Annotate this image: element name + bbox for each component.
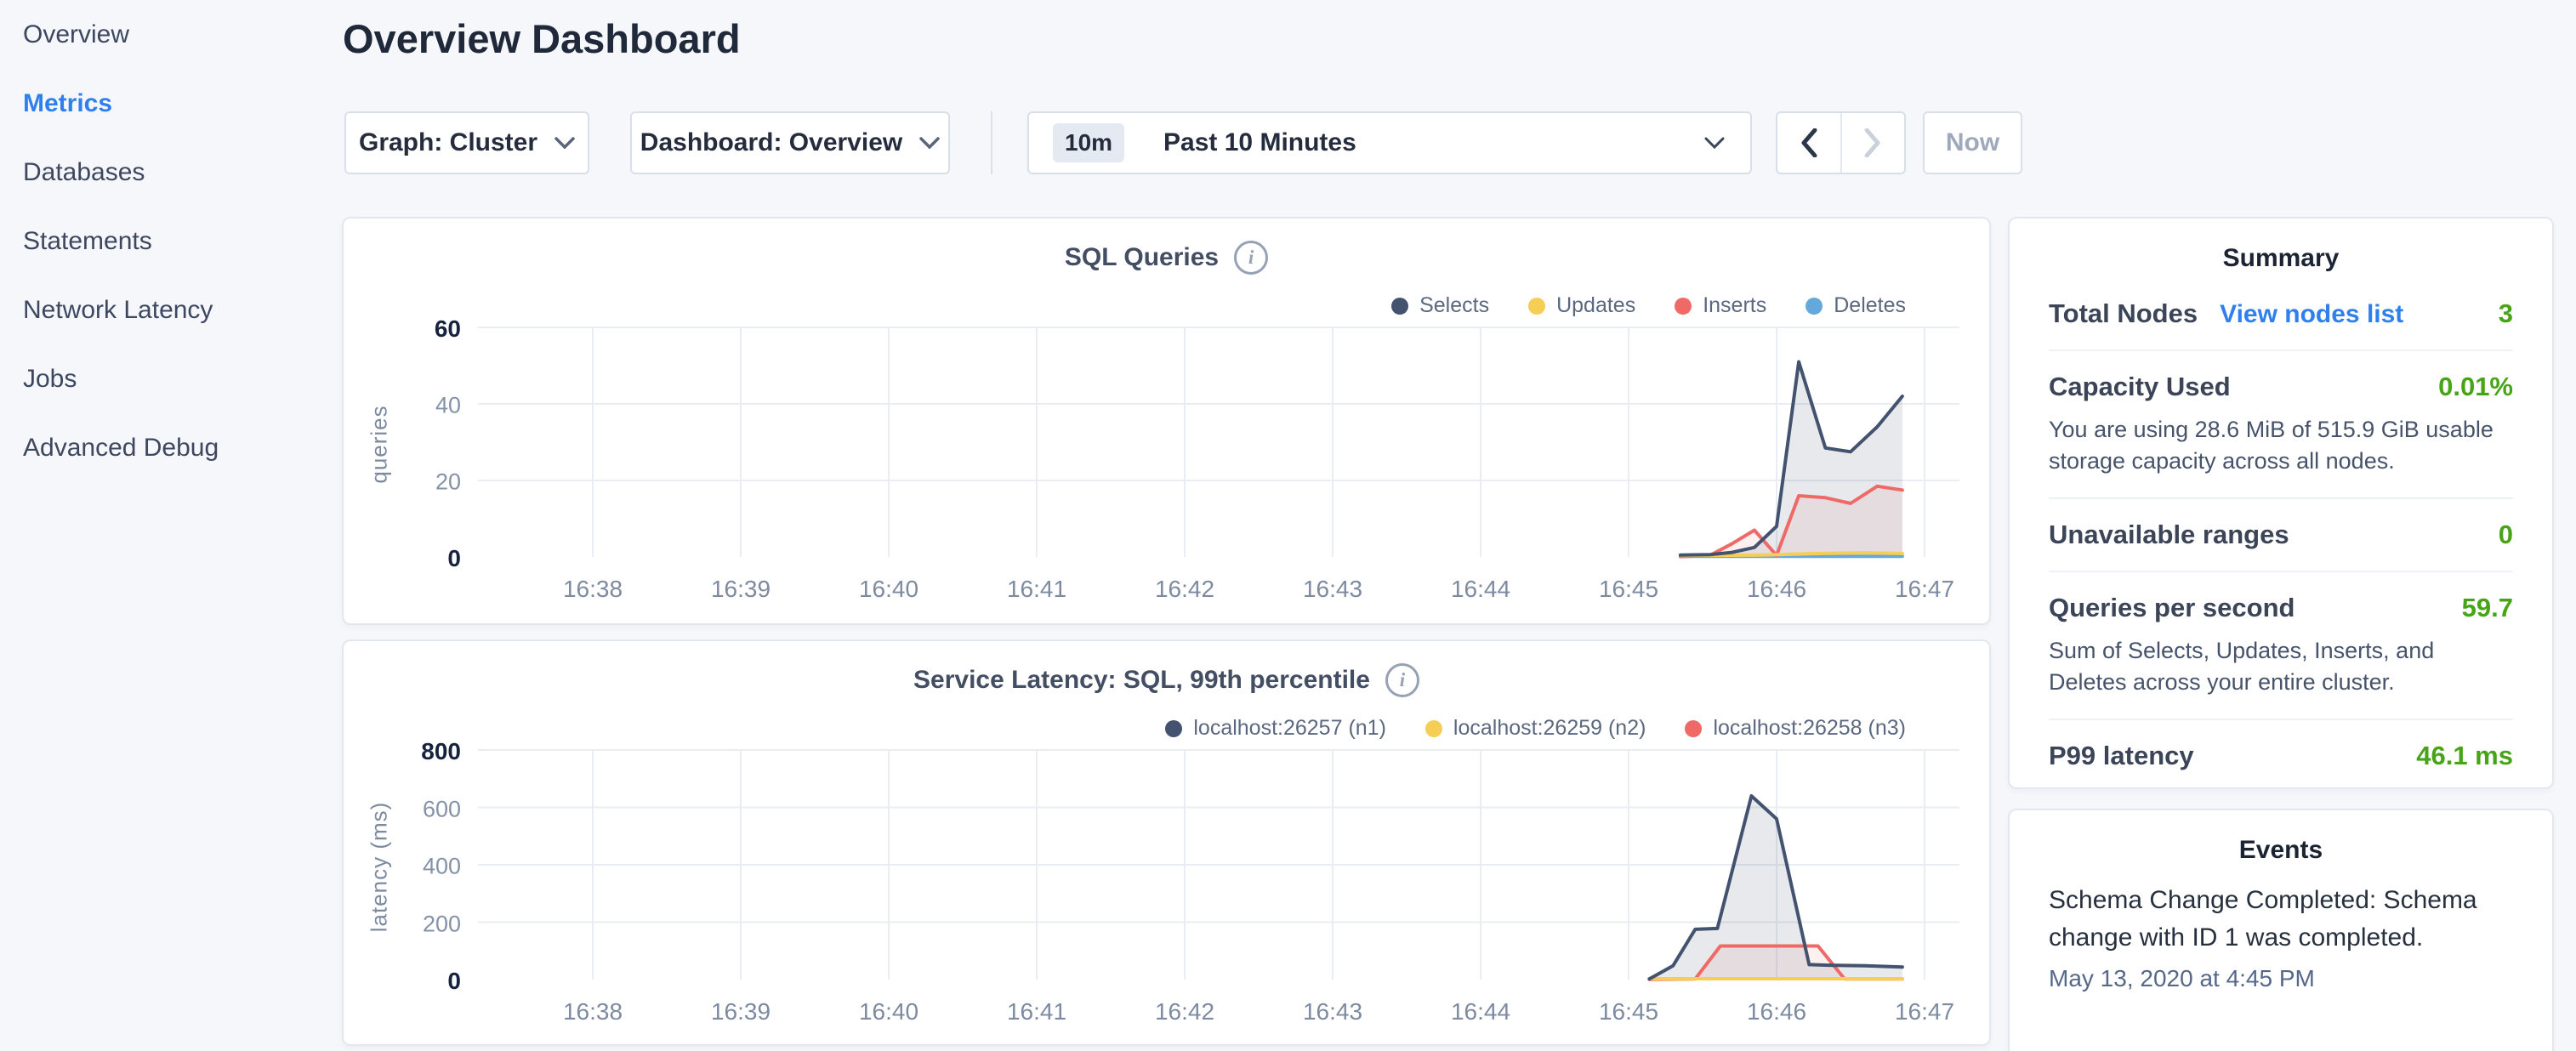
sidebar-item-network-latency[interactable]: Network Latency (23, 276, 340, 344)
x-axis-tick: 16:40 (829, 998, 948, 1025)
chart-title: Service Latency: SQL, 99th percentile (913, 666, 1370, 695)
events-title: Events (2049, 836, 2513, 865)
sidebar-item-jobs[interactable]: Jobs (23, 344, 340, 413)
legend-dot-icon (1675, 298, 1692, 315)
summary-value: 46.1 ms (2416, 741, 2513, 771)
chevron-down-icon (554, 137, 575, 150)
legend-item: Deletes (1805, 293, 1906, 318)
x-axis-tick: 16:44 (1421, 576, 1540, 603)
sidebar-item-statements[interactable]: Statements (23, 207, 340, 276)
sidebar-nav: OverviewMetricsDatabasesStatementsNetwor… (0, 0, 340, 482)
legend-item: localhost:26259 (n2) (1425, 716, 1646, 741)
chart-title: SQL Queries (1065, 243, 1219, 272)
sidebar: OverviewMetricsDatabasesStatementsNetwor… (0, 0, 340, 1051)
legend-item: Selects (1391, 293, 1489, 318)
time-range-dropdown[interactable]: 10m Past 10 Minutes (1027, 111, 1752, 174)
y-axis-label: queries (361, 329, 398, 559)
sidebar-item-advanced-debug[interactable]: Advanced Debug (23, 413, 340, 482)
summary-label: Total Nodes (2049, 298, 2198, 329)
summary-row: P99 latency 46.1 ms (2049, 719, 2513, 792)
chart-legend: localhost:26257 (n1) localhost:26259 (n2)… (1165, 716, 1906, 741)
summary-value: 3 (2499, 298, 2513, 329)
summary-title: Summary (2049, 244, 2513, 273)
page-title: Overview Dashboard (343, 15, 741, 62)
info-icon[interactable]: i (1234, 241, 1268, 275)
x-axis-tick: 16:44 (1421, 998, 1540, 1025)
graph-scope-dropdown[interactable]: Graph: Cluster (344, 111, 589, 174)
summary-label: P99 latency (2049, 741, 2194, 771)
time-window-nav (1776, 111, 1906, 174)
info-icon[interactable]: i (1385, 663, 1419, 697)
summary-row: Unavailable ranges 0 (2049, 497, 2513, 571)
sidebar-item-metrics[interactable]: Metrics (23, 69, 340, 138)
sidebar-item-overview[interactable]: Overview (23, 0, 340, 69)
x-axis-tick: 16:38 (533, 576, 652, 603)
events-list: Schema Change Completed: Schema change w… (2049, 882, 2513, 992)
summary-panel: Summary Total Nodes View nodes list 3 Capac… (2008, 217, 2554, 789)
legend-dot-icon (1391, 298, 1408, 315)
x-axis-tick: 16:45 (1569, 998, 1688, 1025)
legend-dot-icon (1165, 720, 1182, 737)
x-axis-tick: 16:42 (1125, 998, 1244, 1025)
time-back-button[interactable] (1777, 113, 1842, 173)
time-forward-button[interactable] (1842, 113, 1905, 173)
summary-description: You are using 28.6 MiB of 515.9 GiB usab… (2049, 414, 2513, 477)
toolbar-divider (991, 111, 992, 174)
x-axis-tick: 16:46 (1717, 998, 1836, 1025)
dashboard-dropdown[interactable]: Dashboard: Overview (630, 111, 950, 174)
events-panel: Events Schema Change Completed: Schema c… (2008, 809, 2554, 1051)
chevron-left-icon (1800, 128, 1817, 157)
legend-dot-icon (1805, 298, 1823, 315)
summary-row: Capacity Used 0.01% You are using 28.6 MiB… (2049, 349, 2513, 497)
chart-legend: Selects Updates Inserts Deletes (1391, 293, 1906, 318)
summary-value: 0.01% (2438, 372, 2513, 402)
x-axis-tick: 16:46 (1717, 576, 1836, 603)
x-axis-tick: 16:40 (829, 576, 948, 603)
sql-queries-chart-card: SQL Queries i Selects Updates Inserts Delet… (342, 217, 1991, 625)
chevron-down-icon (919, 137, 940, 150)
x-axis-tick: 16:41 (977, 998, 1096, 1025)
legend-item: Updates (1528, 293, 1635, 318)
summary-value: 0 (2499, 520, 2513, 550)
legend-dot-icon (1685, 720, 1702, 737)
x-axis-tick: 16:39 (681, 998, 800, 1025)
x-axis-tick: 16:43 (1273, 576, 1392, 603)
x-axis-tick: 16:45 (1569, 576, 1688, 603)
chevron-down-icon (1704, 137, 1725, 150)
x-axis-tick: 16:38 (533, 998, 652, 1025)
x-axis-tick: 16:41 (977, 576, 1096, 603)
legend-item: localhost:26257 (n1) (1165, 716, 1386, 741)
legend-item: Inserts (1675, 293, 1766, 318)
service-latency-chart-card: Service Latency: SQL, 99th percentile i … (342, 639, 1991, 1046)
summary-label: Unavailable ranges (2049, 520, 2289, 550)
now-button[interactable]: Now (1923, 111, 2022, 174)
chevron-right-icon (1864, 128, 1881, 157)
x-axis-tick: 16:42 (1125, 576, 1244, 603)
y-axis-label: latency (ms) (361, 752, 398, 981)
summary-label: Capacity Used (2049, 372, 2231, 402)
summary-row: Total Nodes View nodes list 3 (2049, 278, 2513, 349)
db-console-page: OverviewMetricsDatabasesStatementsNetwor… (0, 0, 2576, 1051)
legend-item: localhost:26258 (n3) (1685, 716, 1906, 741)
summary-value: 59.7 (2462, 593, 2513, 623)
dashboard-label: Dashboard: Overview (640, 128, 902, 157)
x-axis-tick: 16:47 (1865, 998, 1984, 1025)
event-text[interactable]: Schema Change Completed: Schema change w… (2049, 882, 2513, 957)
summary-row: Queries per second 59.7 Sum of Selects, Up… (2049, 571, 2513, 719)
summary-rows: Total Nodes View nodes list 3 Capacity Used… (2049, 278, 2513, 792)
time-range-badge: 10m (1053, 123, 1124, 162)
x-axis-tick: 16:43 (1273, 998, 1392, 1025)
view-nodes-link[interactable]: View nodes list (2220, 300, 2403, 329)
time-range-label: Past 10 Minutes (1163, 128, 1356, 157)
event-timestamp: May 13, 2020 at 4:45 PM (2049, 965, 2513, 992)
x-axis-tick: 16:39 (681, 576, 800, 603)
graph-scope-label: Graph: Cluster (359, 128, 537, 157)
summary-label: Queries per second (2049, 593, 2295, 623)
summary-description: Sum of Selects, Updates, Inserts, and De… (2049, 635, 2513, 698)
legend-dot-icon (1425, 720, 1442, 737)
sidebar-item-databases[interactable]: Databases (23, 138, 340, 207)
x-axis-tick: 16:47 (1865, 576, 1984, 603)
legend-dot-icon (1528, 298, 1545, 315)
